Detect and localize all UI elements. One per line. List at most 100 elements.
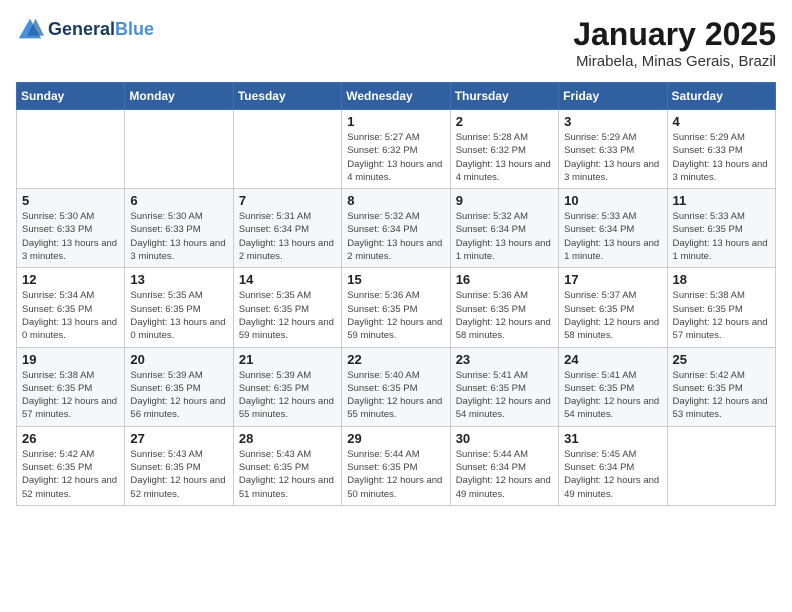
day-number: 28	[239, 431, 336, 446]
day-info: Sunrise: 5:29 AM Sunset: 6:33 PM Dayligh…	[564, 131, 661, 184]
calendar-cell: 25 Sunrise: 5:42 AM Sunset: 6:35 PM Dayli…	[667, 347, 775, 426]
day-info: Sunrise: 5:28 AM Sunset: 6:32 PM Dayligh…	[456, 131, 553, 184]
day-info: Sunrise: 5:36 AM Sunset: 6:35 PM Dayligh…	[347, 289, 444, 342]
day-number: 7	[239, 193, 336, 208]
day-number: 6	[130, 193, 227, 208]
day-number: 26	[22, 431, 119, 446]
calendar-cell: 6 Sunrise: 5:30 AM Sunset: 6:33 PM Daylig…	[125, 189, 233, 268]
day-info: Sunrise: 5:39 AM Sunset: 6:35 PM Dayligh…	[130, 369, 227, 422]
day-number: 15	[347, 272, 444, 287]
day-info: Sunrise: 5:33 AM Sunset: 6:35 PM Dayligh…	[673, 210, 770, 263]
calendar-cell: 29 Sunrise: 5:44 AM Sunset: 6:35 PM Dayli…	[342, 426, 450, 505]
day-number: 24	[564, 352, 661, 367]
day-number: 2	[456, 114, 553, 129]
calendar-cell: 11 Sunrise: 5:33 AM Sunset: 6:35 PM Dayli…	[667, 189, 775, 268]
weekday-header: Saturday	[667, 83, 775, 110]
calendar-cell: 3 Sunrise: 5:29 AM Sunset: 6:33 PM Daylig…	[559, 110, 667, 189]
calendar-cell: 16 Sunrise: 5:36 AM Sunset: 6:35 PM Dayli…	[450, 268, 558, 347]
calendar-cell: 13 Sunrise: 5:35 AM Sunset: 6:35 PM Dayli…	[125, 268, 233, 347]
day-number: 23	[456, 352, 553, 367]
day-number: 18	[673, 272, 770, 287]
day-info: Sunrise: 5:30 AM Sunset: 6:33 PM Dayligh…	[130, 210, 227, 263]
calendar-header-row: SundayMondayTuesdayWednesdayThursdayFrid…	[17, 83, 776, 110]
weekday-header: Tuesday	[233, 83, 341, 110]
day-number: 10	[564, 193, 661, 208]
calendar-table: SundayMondayTuesdayWednesdayThursdayFrid…	[16, 82, 776, 506]
location: Mirabela, Minas Gerais, Brazil	[573, 53, 776, 70]
day-info: Sunrise: 5:35 AM Sunset: 6:35 PM Dayligh…	[130, 289, 227, 342]
day-info: Sunrise: 5:43 AM Sunset: 6:35 PM Dayligh…	[130, 448, 227, 501]
day-number: 1	[347, 114, 444, 129]
day-info: Sunrise: 5:39 AM Sunset: 6:35 PM Dayligh…	[239, 369, 336, 422]
day-info: Sunrise: 5:42 AM Sunset: 6:35 PM Dayligh…	[22, 448, 119, 501]
logo-text: GeneralBlue	[48, 20, 154, 40]
day-info: Sunrise: 5:33 AM Sunset: 6:34 PM Dayligh…	[564, 210, 661, 263]
calendar-cell: 2 Sunrise: 5:28 AM Sunset: 6:32 PM Daylig…	[450, 110, 558, 189]
page-header: GeneralBlue January 2025 Mirabela, Minas…	[16, 16, 776, 70]
day-number: 16	[456, 272, 553, 287]
calendar-cell: 10 Sunrise: 5:33 AM Sunset: 6:34 PM Dayli…	[559, 189, 667, 268]
day-info: Sunrise: 5:41 AM Sunset: 6:35 PM Dayligh…	[456, 369, 553, 422]
calendar-cell: 8Sunrise: 5:32 AM Sunset: 6:34 PM Daylig…	[342, 189, 450, 268]
day-info: Sunrise: 5:34 AM Sunset: 6:35 PM Dayligh…	[22, 289, 119, 342]
day-info: Sunrise: 5:35 AM Sunset: 6:35 PM Dayligh…	[239, 289, 336, 342]
day-number: 19	[22, 352, 119, 367]
day-info: Sunrise: 5:31 AM Sunset: 6:34 PM Dayligh…	[239, 210, 336, 263]
day-number: 25	[673, 352, 770, 367]
calendar-week-row: 5Sunrise: 5:30 AM Sunset: 6:33 PM Daylig…	[17, 189, 776, 268]
day-info: Sunrise: 5:40 AM Sunset: 6:35 PM Dayligh…	[347, 369, 444, 422]
day-number: 29	[347, 431, 444, 446]
weekday-header: Thursday	[450, 83, 558, 110]
day-info: Sunrise: 5:44 AM Sunset: 6:34 PM Dayligh…	[456, 448, 553, 501]
calendar-cell: 18 Sunrise: 5:38 AM Sunset: 6:35 PM Dayli…	[667, 268, 775, 347]
day-info: Sunrise: 5:27 AM Sunset: 6:32 PM Dayligh…	[347, 131, 444, 184]
calendar-cell: 1 Sunrise: 5:27 AM Sunset: 6:32 PM Daylig…	[342, 110, 450, 189]
calendar-cell	[125, 110, 233, 189]
calendar-cell: 24 Sunrise: 5:41 AM Sunset: 6:35 PM Dayli…	[559, 347, 667, 426]
calendar-week-row: 12 Sunrise: 5:34 AM Sunset: 6:35 PM Dayli…	[17, 268, 776, 347]
calendar-cell	[667, 426, 775, 505]
calendar-cell	[17, 110, 125, 189]
weekday-header: Monday	[125, 83, 233, 110]
title-block: January 2025 Mirabela, Minas Gerais, Bra…	[573, 16, 776, 70]
calendar-week-row: 26 Sunrise: 5:42 AM Sunset: 6:35 PM Dayli…	[17, 426, 776, 505]
calendar-week-row: 19Sunrise: 5:38 AM Sunset: 6:35 PM Dayli…	[17, 347, 776, 426]
day-info: Sunrise: 5:44 AM Sunset: 6:35 PM Dayligh…	[347, 448, 444, 501]
day-number: 11	[673, 193, 770, 208]
day-number: 9	[456, 193, 553, 208]
day-number: 12	[22, 272, 119, 287]
calendar-cell: 21Sunrise: 5:39 AM Sunset: 6:35 PM Dayli…	[233, 347, 341, 426]
day-info: Sunrise: 5:38 AM Sunset: 6:35 PM Dayligh…	[673, 289, 770, 342]
day-number: 4	[673, 114, 770, 129]
calendar-cell: 23 Sunrise: 5:41 AM Sunset: 6:35 PM Dayli…	[450, 347, 558, 426]
calendar-cell: 26 Sunrise: 5:42 AM Sunset: 6:35 PM Dayli…	[17, 426, 125, 505]
calendar-cell: 28Sunrise: 5:43 AM Sunset: 6:35 PM Dayli…	[233, 426, 341, 505]
day-info: Sunrise: 5:41 AM Sunset: 6:35 PM Dayligh…	[564, 369, 661, 422]
day-info: Sunrise: 5:32 AM Sunset: 6:34 PM Dayligh…	[347, 210, 444, 263]
calendar-cell: 22 Sunrise: 5:40 AM Sunset: 6:35 PM Dayli…	[342, 347, 450, 426]
day-number: 27	[130, 431, 227, 446]
day-info: Sunrise: 5:32 AM Sunset: 6:34 PM Dayligh…	[456, 210, 553, 263]
calendar-cell: 4 Sunrise: 5:29 AM Sunset: 6:33 PM Daylig…	[667, 110, 775, 189]
day-number: 17	[564, 272, 661, 287]
calendar-cell	[233, 110, 341, 189]
day-number: 13	[130, 272, 227, 287]
day-info: Sunrise: 5:36 AM Sunset: 6:35 PM Dayligh…	[456, 289, 553, 342]
calendar-cell: 30Sunrise: 5:44 AM Sunset: 6:34 PM Dayli…	[450, 426, 558, 505]
calendar-cell: 19Sunrise: 5:38 AM Sunset: 6:35 PM Dayli…	[17, 347, 125, 426]
day-info: Sunrise: 5:37 AM Sunset: 6:35 PM Dayligh…	[564, 289, 661, 342]
calendar-cell: 14Sunrise: 5:35 AM Sunset: 6:35 PM Dayli…	[233, 268, 341, 347]
day-number: 22	[347, 352, 444, 367]
calendar-cell: 5Sunrise: 5:30 AM Sunset: 6:33 PM Daylig…	[17, 189, 125, 268]
weekday-header: Wednesday	[342, 83, 450, 110]
day-info: Sunrise: 5:42 AM Sunset: 6:35 PM Dayligh…	[673, 369, 770, 422]
calendar-cell: 31Sunrise: 5:45 AM Sunset: 6:34 PM Dayli…	[559, 426, 667, 505]
weekday-header: Sunday	[17, 83, 125, 110]
day-info: Sunrise: 5:29 AM Sunset: 6:33 PM Dayligh…	[673, 131, 770, 184]
calendar-cell: 15 Sunrise: 5:36 AM Sunset: 6:35 PM Dayli…	[342, 268, 450, 347]
calendar-cell: 9 Sunrise: 5:32 AM Sunset: 6:34 PM Daylig…	[450, 189, 558, 268]
day-number: 31	[564, 431, 661, 446]
day-number: 3	[564, 114, 661, 129]
day-number: 20	[130, 352, 227, 367]
calendar-cell: 27 Sunrise: 5:43 AM Sunset: 6:35 PM Dayli…	[125, 426, 233, 505]
